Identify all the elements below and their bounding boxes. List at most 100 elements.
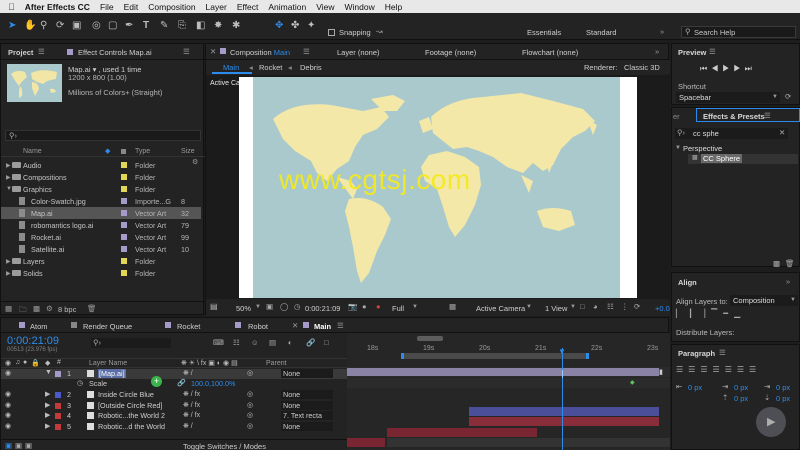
toggle-pixel-icon[interactable]: □	[580, 302, 585, 311]
eraser-tool-icon[interactable]: ◧	[196, 20, 205, 31]
menu-window[interactable]: Window	[344, 2, 374, 12]
label-color-swatch[interactable]	[121, 222, 127, 228]
shy-layers-icon[interactable]: ☺	[251, 338, 259, 347]
resolution-grid-icon[interactable]: ▣	[266, 302, 273, 311]
layer-row[interactable]: ◉ ▶ 3 [Outside Circle Red] ❋ / fx ◎ None	[1, 400, 347, 411]
align-hcenter-icon[interactable]: ┃	[688, 309, 699, 318]
panel-menu-icon[interactable]: ☰	[183, 47, 190, 56]
tab-layer[interactable]: Layer (none)	[337, 48, 380, 57]
eye-icon[interactable]: ◉	[5, 369, 11, 377]
zoom-dropdown[interactable]: 50%	[236, 304, 251, 313]
layer-label-color[interactable]	[55, 371, 61, 377]
pen-tool-icon[interactable]: ✒	[125, 20, 133, 31]
panel-menu-icon[interactable]: ☰	[709, 47, 716, 56]
eye-icon[interactable]: ◉	[5, 390, 11, 398]
label-color-swatch[interactable]	[121, 186, 127, 192]
link-icon[interactable]: 🔗	[177, 379, 186, 387]
layer-name[interactable]: [Outside Circle Red]	[98, 401, 162, 410]
exposure-value[interactable]: +0.0	[655, 304, 670, 313]
disclosure-triangle-icon[interactable]: ▶	[6, 162, 11, 169]
disclosure-triangle-icon[interactable]: ▶	[45, 411, 50, 419]
layer-row[interactable]: ◉ ▼ 1 [Map.ai] ❋ / ◎ None	[1, 369, 347, 379]
work-area-end-handle[interactable]	[586, 353, 589, 359]
pan-behind-tool-icon[interactable]: ◎	[92, 20, 101, 31]
play-icon[interactable]: ▶	[722, 64, 733, 73]
brush-tool-icon[interactable]: ✎	[160, 20, 168, 31]
expand-layer-switches-icon[interactable]: ▣	[5, 441, 12, 450]
tab-effect-controls[interactable]: Effect Controls Map.ai	[78, 48, 152, 57]
align-text-right-icon[interactable]: ☰	[700, 365, 712, 374]
show-channel-icon[interactable]: ●	[362, 302, 367, 311]
trash-icon[interactable]: 🗑	[785, 259, 795, 268]
tab-rocket[interactable]: Rocket	[177, 322, 200, 331]
trash-icon[interactable]: 🗑	[87, 304, 97, 313]
workspace-menu-icon[interactable]: »	[660, 27, 664, 36]
align-top-icon[interactable]: ▔	[711, 309, 723, 318]
tab-paragraph[interactable]: Paragraph	[678, 349, 715, 358]
tab-project[interactable]: Project	[8, 48, 33, 57]
snap-options-icon[interactable]: ↝	[376, 27, 383, 36]
align-vcenter-icon[interactable]: ━	[723, 309, 734, 318]
layer-label-color[interactable]	[55, 392, 61, 398]
panel-menu-icon[interactable]: »	[655, 47, 659, 56]
snapshot-icon[interactable]: 📷	[348, 302, 357, 311]
mask-visibility-icon[interactable]: ◯	[280, 302, 288, 311]
label-color-swatch[interactable]	[121, 258, 127, 264]
puppet-tool-icon[interactable]: ✱	[232, 20, 240, 31]
panel-menu-icon[interactable]: ☰	[303, 47, 310, 56]
menu-layer[interactable]: Layer	[206, 2, 227, 12]
stopwatch-icon[interactable]: ◷	[77, 379, 83, 387]
layer-name[interactable]: [Map.ai]	[98, 369, 126, 378]
comp-viewer[interactable]: Active Camera www.cgtsj.com	[206, 75, 670, 299]
project-file-row[interactable]: Rocket.ai Vector Art 99	[1, 231, 201, 243]
search-help-input[interactable]: ⚲ Search Help	[681, 26, 796, 38]
layer-bar-outside-circle[interactable]	[469, 417, 659, 426]
col-type[interactable]: Type	[135, 148, 150, 155]
clone-stamp-tool-icon[interactable]: ⎘	[178, 20, 186, 31]
align-left-icon[interactable]: ▏	[676, 309, 688, 318]
panel-menu-icon[interactable]: ☰	[764, 111, 771, 120]
layer-row[interactable]: ◉ ▶ 2 Inside Circle Blue ❋ / fx ◎ None	[1, 390, 347, 400]
graph-editor-icon[interactable]: 🔗	[306, 338, 315, 347]
project-file-row[interactable]: robomantics logo.ai Vector Art 79	[1, 219, 201, 231]
project-file-row[interactable]: Satellite.ai Vector Art 10	[1, 243, 201, 255]
disclosure-triangle-icon[interactable]: ▶	[6, 174, 11, 181]
menu-view[interactable]: View	[316, 2, 334, 12]
view-layout-dropdown[interactable]: 1 View	[545, 304, 567, 313]
eye-icon[interactable]: ◉	[5, 411, 11, 419]
motion-blur-icon[interactable]: ◐	[288, 338, 293, 347]
playhead-marker-icon[interactable]: ▼	[558, 347, 566, 356]
flowchart-icon[interactable]: ⋮	[621, 302, 629, 311]
project-folder-row[interactable]: ▶ Solids Folder	[1, 267, 201, 279]
project-folder-row[interactable]: ▶ Audio Folder	[1, 159, 201, 171]
rectangle-tool-icon[interactable]: ▢	[108, 20, 117, 31]
tab-preview[interactable]: Preview	[678, 48, 706, 57]
timeline-timecode[interactable]: 0:00:21:09	[7, 335, 59, 347]
hand-tool-icon[interactable]: ✋	[24, 20, 36, 31]
layer-bar-robotic-2[interactable]	[387, 428, 537, 437]
tab-main[interactable]: Main	[314, 322, 331, 331]
first-frame-icon[interactable]: ⏮	[700, 64, 711, 73]
timeline-search-input[interactable]: ⚲›	[91, 338, 171, 348]
local-axis-icon[interactable]: ✥	[275, 20, 283, 31]
justify-left-icon[interactable]: ☰	[713, 365, 725, 374]
align-text-left-icon[interactable]: ☰	[676, 365, 688, 374]
panel-menu-icon[interactable]: »	[786, 277, 790, 286]
bit-depth-button[interactable]: 8 bpc	[58, 305, 76, 314]
tab-footage[interactable]: Footage (none)	[425, 48, 476, 57]
layer-label-color[interactable]	[55, 423, 61, 430]
tab-robot[interactable]: Robot	[248, 322, 268, 331]
panel-menu-icon[interactable]: ☰	[719, 348, 726, 357]
layer-name[interactable]: Robotic...d the World	[98, 422, 165, 431]
col-name[interactable]: Name	[23, 148, 42, 155]
camera-tool-icon[interactable]: ▣	[72, 20, 81, 31]
effects-search-input[interactable]: ⚲› cc sphe ✕	[675, 128, 788, 139]
tab-flowchart[interactable]: Flowchart (none)	[522, 48, 578, 57]
rotate-tool-icon[interactable]: ⟳	[56, 20, 64, 31]
parent-dropdown[interactable]: 7. Text recta	[281, 411, 333, 420]
tab-align[interactable]: Align	[678, 278, 697, 287]
layer-name[interactable]: Inside Circle Blue	[98, 390, 154, 399]
layer-row[interactable]: ◉ ▶ 5 Robotic...d the World ❋ / ◎ None	[1, 421, 347, 432]
project-file-row[interactable]: Map.ai Vector Art 32	[1, 207, 201, 219]
zoom-tool-icon[interactable]: ⚲	[40, 20, 47, 31]
